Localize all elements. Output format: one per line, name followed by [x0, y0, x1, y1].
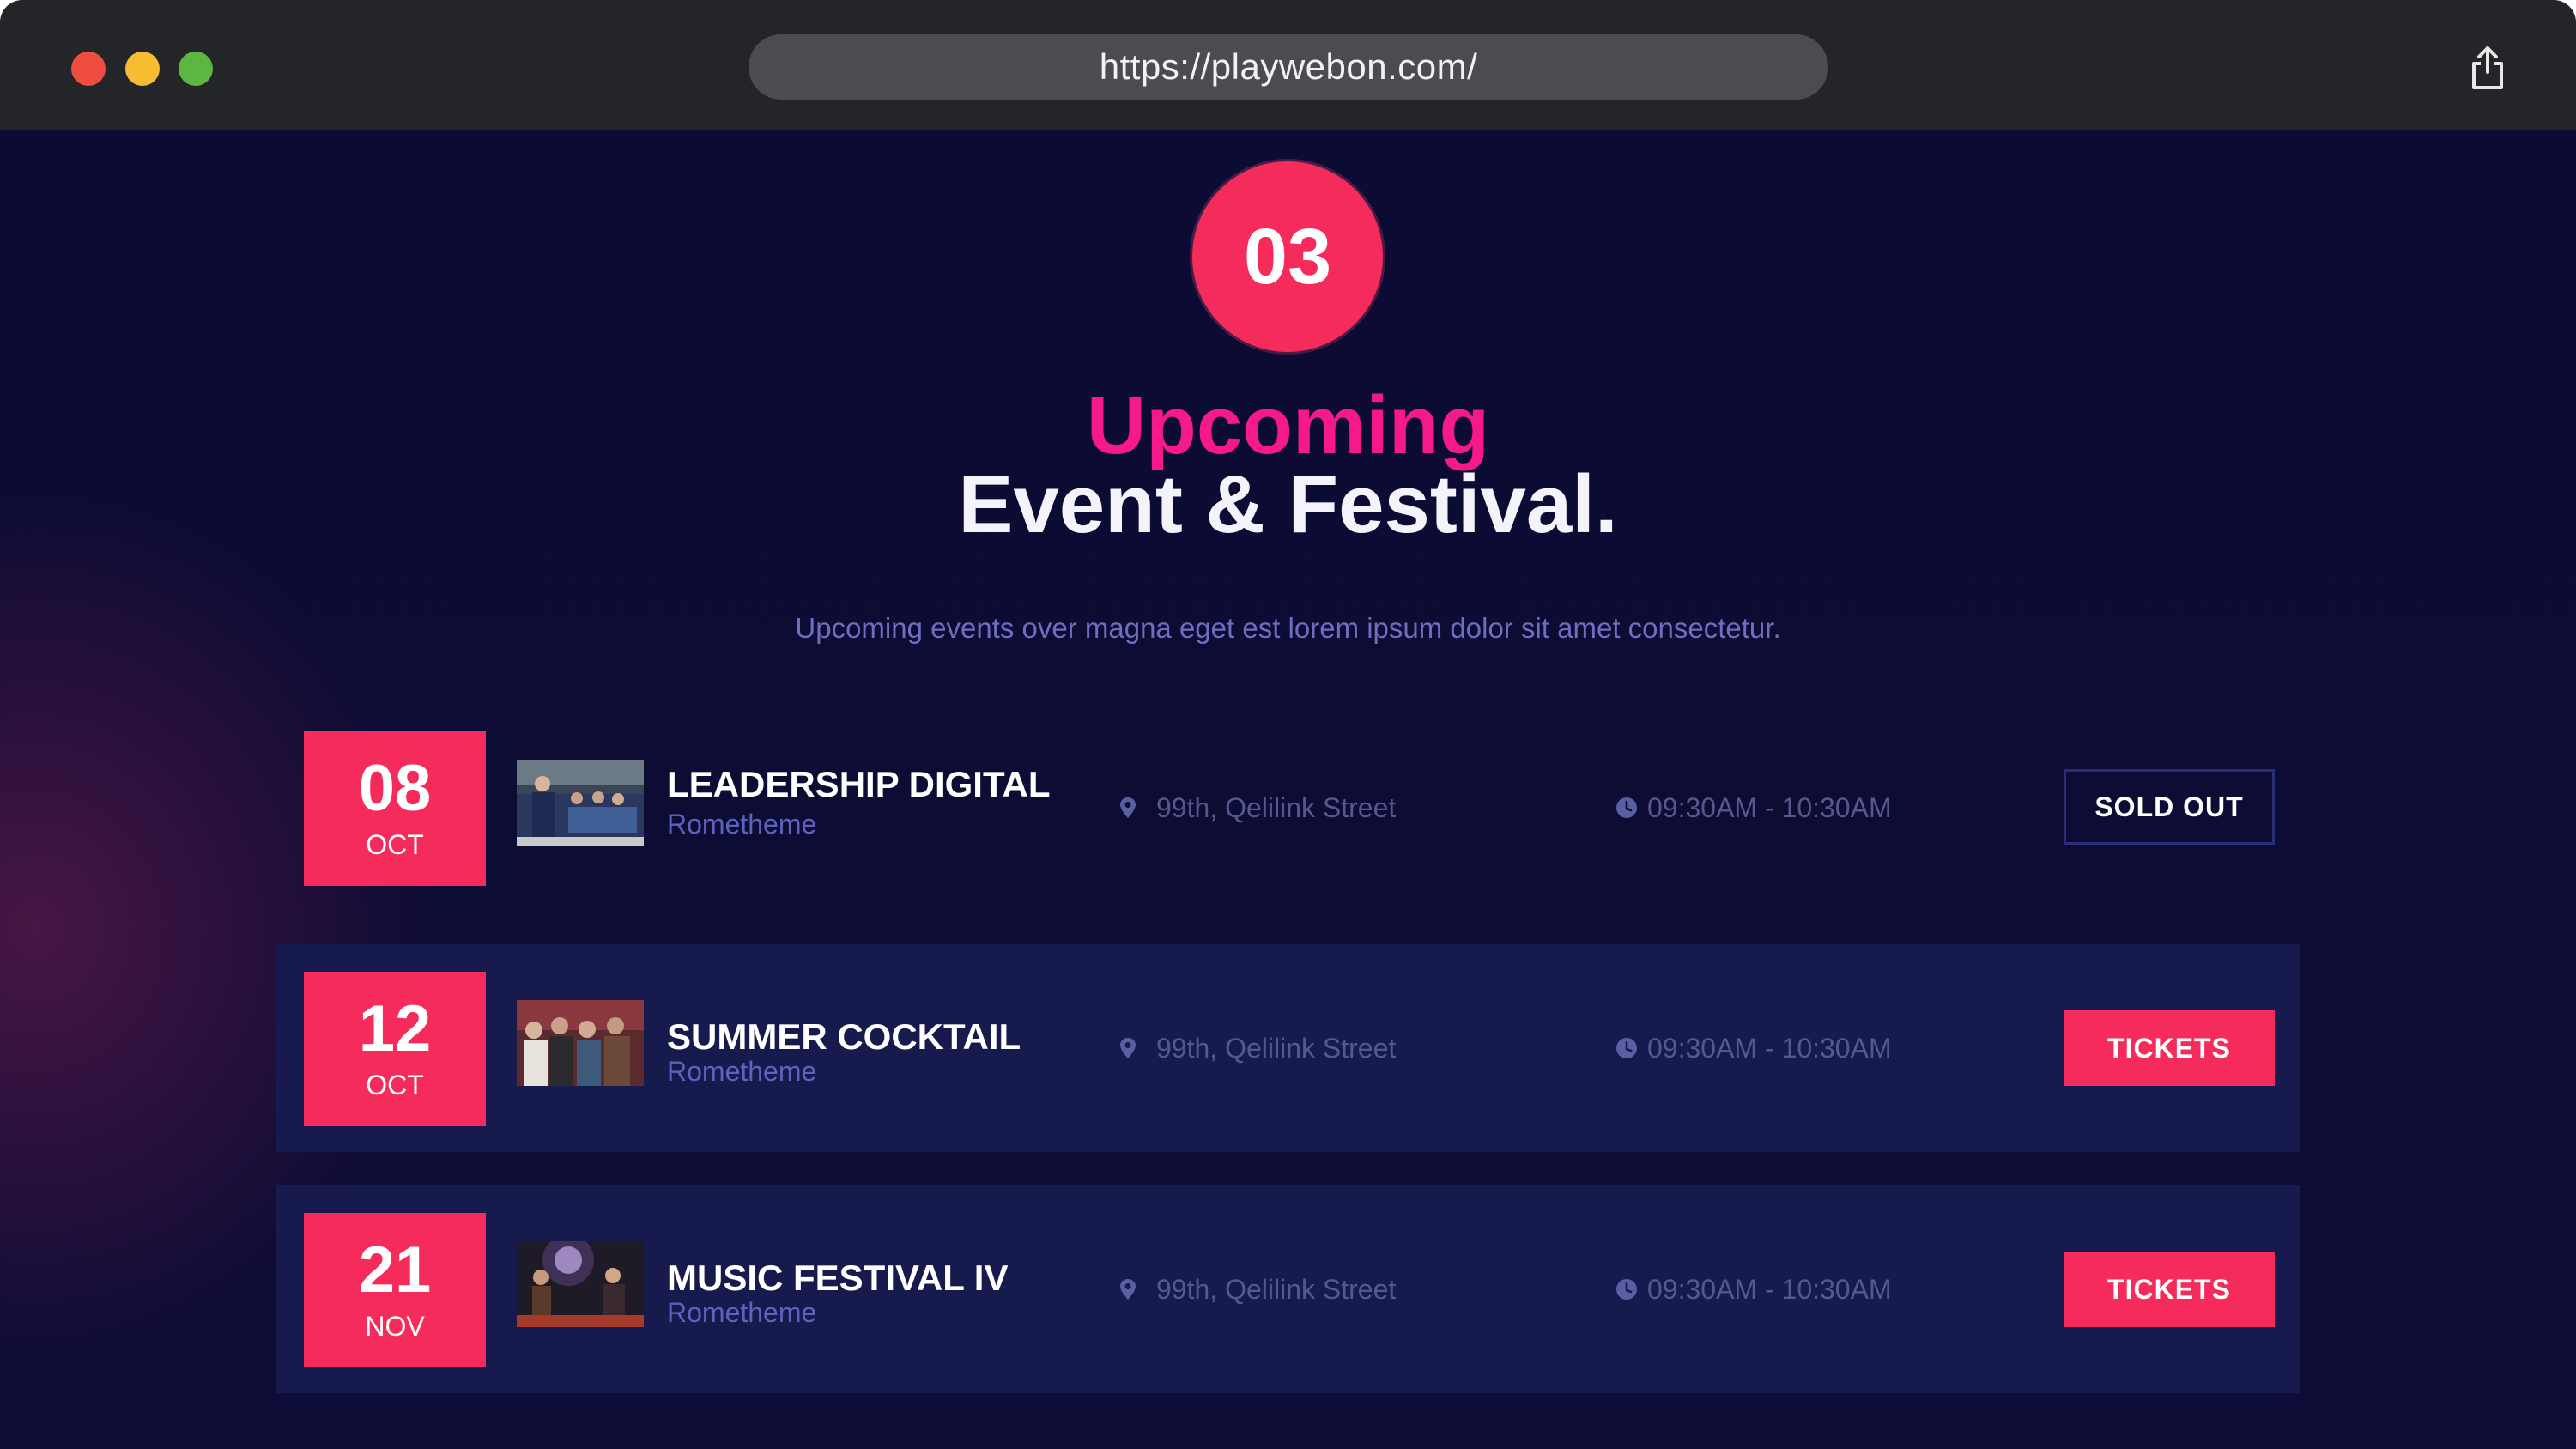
event-row-summer-cocktail: 12 OCT SUMMER COCKTAIL Rometheme 99th, Q… — [276, 944, 2300, 1152]
map-pin-icon — [1120, 1038, 1136, 1058]
event-organizer: Rometheme — [667, 809, 817, 840]
clock-icon — [1616, 797, 1637, 818]
tickets-button[interactable]: TICKETS — [2064, 1252, 2275, 1327]
share-icon[interactable] — [2469, 45, 2506, 91]
maximize-window-button[interactable] — [179, 52, 213, 86]
event-thumbnail[interactable] — [517, 760, 644, 846]
event-month: OCT — [366, 1070, 424, 1100]
event-title[interactable]: LEADERSHIP DIGITAL — [667, 762, 1050, 807]
event-day: 21 — [358, 1234, 432, 1307]
section-subtitle: Upcoming events over magna eget est lore… — [795, 612, 1781, 644]
tickets-button[interactable]: TICKETS — [2064, 1010, 2275, 1086]
date-box: 12 OCT — [304, 972, 486, 1126]
map-pin-icon — [1120, 1279, 1136, 1300]
event-location: 99th, Qelilink Street — [1156, 1274, 1397, 1305]
clock-icon — [1616, 1038, 1637, 1058]
event-row-leadership-digital: 08 OCT LEADERSHIP DIGITAL Rometheme 99th… — [276, 731, 2300, 939]
event-location: 99th, Qelilink Street — [1156, 1033, 1397, 1064]
section-number-badge: 03 — [1192, 161, 1383, 352]
event-organizer: Rometheme — [667, 1056, 817, 1087]
event-thumbnail[interactable] — [517, 1000, 644, 1086]
event-time: 09:30AM - 10:30AM — [1647, 1033, 1892, 1064]
sold-out-button[interactable]: SOLD OUT — [2064, 769, 2275, 845]
minimize-window-button[interactable] — [125, 52, 160, 86]
event-title[interactable]: SUMMER COCKTAIL — [667, 1015, 1021, 1059]
event-month: NOV — [365, 1311, 425, 1342]
event-location: 99th, Qelilink Street — [1156, 792, 1397, 823]
event-time: 09:30AM - 10:30AM — [1647, 1274, 1892, 1305]
close-window-button[interactable] — [71, 52, 106, 86]
map-pin-icon — [1120, 797, 1136, 818]
address-bar[interactable]: https://playwebon.com/ — [749, 34, 1828, 100]
event-day: 08 — [358, 752, 432, 825]
browser-titlebar: https://playwebon.com/ — [0, 0, 2576, 130]
event-thumbnail[interactable] — [517, 1241, 644, 1327]
date-box: 08 OCT — [304, 731, 486, 886]
date-box: 21 NOV — [304, 1213, 486, 1367]
event-time: 09:30AM - 10:30AM — [1647, 792, 1892, 823]
event-row-music-festival: 21 NOV MUSIC FESTIVAL IV Rometheme 99th,… — [276, 1185, 2300, 1393]
event-day: 12 — [358, 992, 432, 1065]
event-month: OCT — [366, 829, 424, 860]
section-title: Event & Festival. — [958, 458, 1618, 550]
event-organizer: Rometheme — [667, 1297, 817, 1328]
clock-icon — [1616, 1279, 1637, 1300]
browser-window: https://playwebon.com/ 03 Upcoming Event… — [0, 0, 2576, 1449]
event-title[interactable]: MUSIC FESTIVAL IV — [667, 1256, 1008, 1300]
